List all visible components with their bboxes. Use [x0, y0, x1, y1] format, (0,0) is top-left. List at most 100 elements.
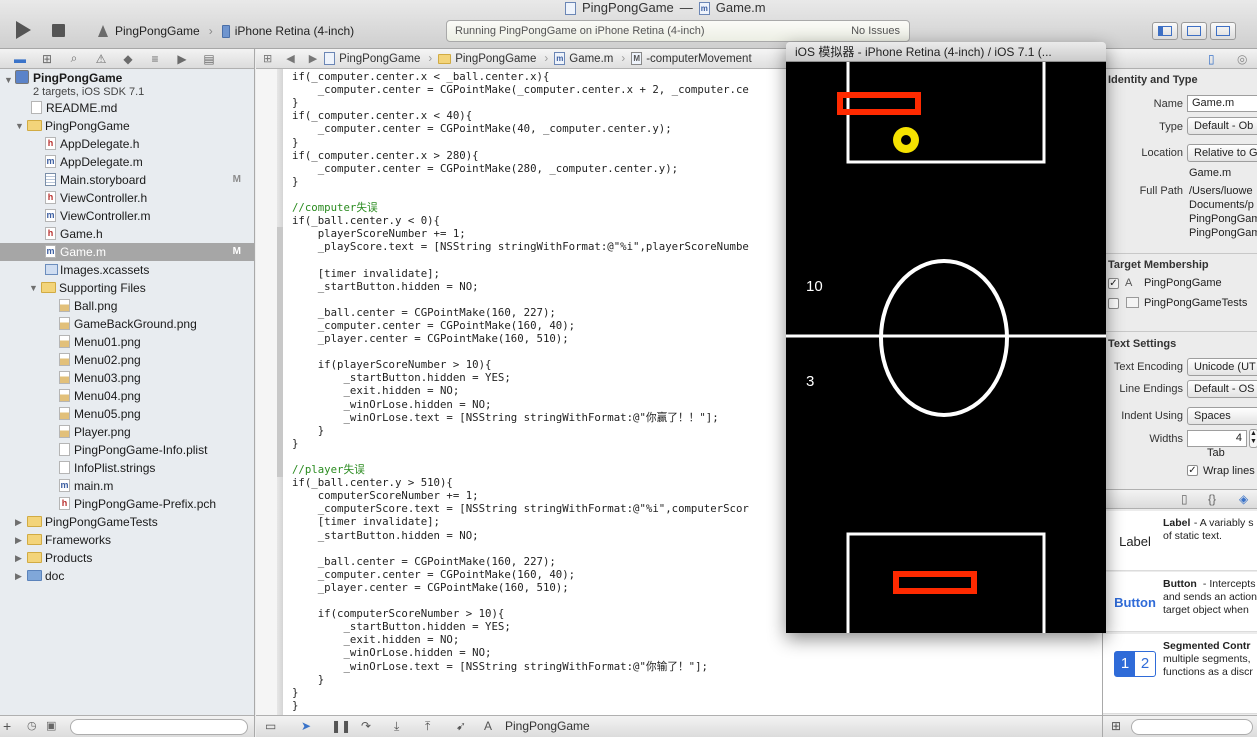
step-into-icon[interactable]: ⤓	[394, 719, 399, 734]
code-snippet-icon[interactable]: {}	[1208, 492, 1216, 506]
file-tree-row[interactable]: ▶ Frameworks	[0, 531, 254, 549]
file-tree-row[interactable]: Menu05.png	[0, 405, 254, 423]
file-tree-row[interactable]: ▶ doc	[0, 567, 254, 585]
game-screen[interactable]: 10 3	[786, 62, 1106, 633]
file-tree-row[interactable]: h ViewController.h	[0, 189, 254, 207]
stepper[interactable]: ▲ ▼	[1249, 429, 1257, 448]
breadcrumb-file[interactable]: m Game.m ›	[554, 52, 629, 65]
file-tree-row[interactable]: ▼ PingPongGame	[0, 117, 254, 135]
utilities-toggle-button[interactable]	[1210, 22, 1236, 40]
breadcrumb-group[interactable]: PingPongGame ›	[438, 53, 552, 65]
file-tree-row[interactable]: InfoPlist.strings	[0, 459, 254, 477]
file-tree-row[interactable]: ▶ Products	[0, 549, 254, 567]
hide-debug-icon[interactable]: ▭	[265, 719, 276, 733]
file-tree-row[interactable]: m main.m	[0, 477, 254, 495]
library-item-segmented-control[interactable]: 12 Segmented Contr multiple segments, fu…	[1103, 634, 1257, 714]
file-tree-row[interactable]: Menu03.png	[0, 369, 254, 387]
filter-input[interactable]	[70, 719, 248, 735]
breadcrumb-method[interactable]: M -computerMovement	[631, 52, 752, 65]
file-tree-row[interactable]: Main.storyboard M	[0, 171, 254, 189]
location-popup[interactable]: Relative to G	[1187, 144, 1257, 162]
folder-icon[interactable]: ▬	[13, 52, 27, 66]
scm-icon[interactable]: ▣	[46, 719, 56, 732]
step-out-icon[interactable]: ⤒	[425, 719, 430, 734]
breakpoint-icon[interactable]: ▶	[175, 52, 189, 66]
type-label: Type	[1159, 121, 1183, 133]
run-button[interactable]	[16, 21, 31, 39]
add-icon[interactable]: +	[3, 718, 11, 734]
test-icon[interactable]: ◆	[121, 52, 135, 66]
tab-width-field[interactable]: 4	[1187, 430, 1247, 447]
name-field[interactable]: Game.m	[1187, 95, 1257, 112]
navigator-toggle-button[interactable]	[1152, 22, 1178, 40]
method-icon: M	[631, 52, 643, 65]
project-row[interactable]: ▼ PingPongGame 2 targets, iOS SDK 7.1	[0, 69, 254, 99]
target-checkbox[interactable]	[1108, 298, 1119, 309]
disclosure-closed-icon[interactable]: ▶	[15, 513, 22, 531]
search-icon[interactable]: ⌕	[67, 51, 81, 66]
related-items-icon[interactable]: ⊞	[263, 52, 272, 65]
debug-icon[interactable]: ≡	[148, 52, 162, 66]
file-tree-row[interactable]: PingPongGame-Info.plist	[0, 441, 254, 459]
encoding-popup[interactable]: Unicode (UT	[1187, 358, 1257, 376]
breadcrumb-project[interactable]: PingPongGame ›	[324, 52, 436, 65]
disclosure-open-icon[interactable]: ▼	[29, 279, 38, 297]
indent-popup[interactable]: Spaces	[1187, 407, 1257, 425]
file-tree-row[interactable]: m Game.m M	[0, 243, 254, 261]
debug-toggle-button[interactable]	[1181, 22, 1207, 40]
scheme-app[interactable]: PingPongGame	[115, 24, 200, 38]
help-inspector-icon[interactable]: ◎	[1237, 52, 1247, 66]
file-tree-row[interactable]: README.md	[0, 99, 254, 117]
file-tree-row[interactable]: Player.png	[0, 423, 254, 441]
object-library-icon[interactable]: ◈	[1239, 492, 1248, 506]
scheme-device[interactable]: iPhone Retina (4-inch)	[235, 24, 354, 38]
file-tree-row[interactable]: m ViewController.m	[0, 207, 254, 225]
ios-simulator-window[interactable]: iOS 模拟器 - iPhone Retina (4-inch) / iOS 7…	[786, 42, 1106, 633]
breakpoints-icon[interactable]: ➤	[301, 719, 311, 733]
file-tree-row[interactable]: h PingPongGame-Prefix.pch	[0, 495, 254, 513]
line-endings-popup[interactable]: Default - OS	[1187, 380, 1257, 398]
disclosure-open-icon[interactable]: ▼	[15, 117, 24, 135]
issue-icon[interactable]: ⚠	[94, 52, 108, 66]
code-line: }	[292, 685, 299, 699]
file-template-icon[interactable]: ▯	[1181, 492, 1188, 506]
library-item-button[interactable]: Button Button - Intercepts and sends an …	[1103, 572, 1257, 632]
debug-target-label[interactable]: PingPongGame	[505, 719, 590, 733]
file-tree-row[interactable]: Menu01.png	[0, 333, 254, 351]
target-checkbox[interactable]: ✓	[1108, 278, 1119, 289]
library-item-label[interactable]: Label Label - A variably s of static tex…	[1103, 511, 1257, 571]
file-tree-row[interactable]: Menu02.png	[0, 351, 254, 369]
log-icon[interactable]: ▤	[202, 52, 216, 66]
file-tree-row[interactable]: Ball.png	[0, 297, 254, 315]
library-filter-input[interactable]	[1131, 719, 1253, 735]
file-tree-row[interactable]: Images.xcassets	[0, 261, 254, 279]
location-icon[interactable]: ➹	[456, 719, 466, 733]
grid-view-icon[interactable]: ⊞	[1111, 719, 1121, 733]
file-tree-row[interactable]: Menu04.png	[0, 387, 254, 405]
forward-arrow-icon[interactable]: ▶	[309, 52, 317, 65]
symbol-icon[interactable]: ⊞	[40, 52, 54, 66]
back-arrow-icon[interactable]: ◀	[286, 52, 294, 65]
file-tree-row[interactable]: ▼ Supporting Files	[0, 279, 254, 297]
file-tree-row[interactable]: GameBackGround.png	[0, 315, 254, 333]
file-tree-row[interactable]: ▶ PingPongGameTests	[0, 513, 254, 531]
file-tree-row[interactable]: m AppDelegate.m	[0, 153, 254, 171]
disclosure-open-icon[interactable]: ▼	[4, 71, 13, 89]
step-over-icon[interactable]: ↷	[361, 719, 371, 733]
file-tree-row[interactable]: h AppDelegate.h	[0, 135, 254, 153]
code-folding-ribbon[interactable]	[277, 69, 283, 715]
issues-text[interactable]: No Issues	[851, 25, 900, 37]
recent-icon[interactable]: ◷	[27, 719, 37, 732]
disclosure-closed-icon[interactable]: ▶	[15, 549, 22, 567]
type-popup[interactable]: Default - Ob	[1187, 117, 1257, 135]
stop-button[interactable]	[52, 24, 65, 37]
pause-icon[interactable]: ❚❚	[331, 719, 351, 733]
scheme-selector[interactable]: PingPongGame › iPhone Retina (4-inch)	[96, 22, 354, 40]
code-line: playerScoreNumber += 1;	[292, 227, 466, 241]
wrap-lines-checkbox[interactable]: ✓	[1187, 465, 1198, 476]
simulator-title[interactable]: iOS 模拟器 - iPhone Retina (4-inch) / iOS 7…	[786, 42, 1106, 62]
file-tree-row[interactable]: h Game.h	[0, 225, 254, 243]
disclosure-closed-icon[interactable]: ▶	[15, 531, 22, 549]
disclosure-closed-icon[interactable]: ▶	[15, 567, 22, 585]
file-inspector-icon[interactable]: ▯	[1208, 52, 1215, 66]
